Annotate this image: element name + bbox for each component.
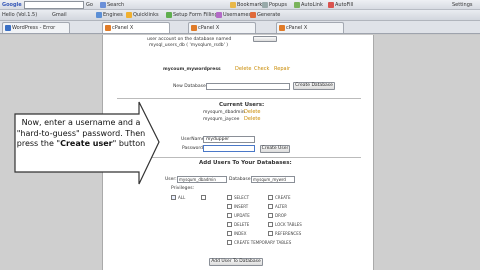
- google-logo: Google: [2, 2, 22, 8]
- database-select-label: Database:: [229, 177, 252, 182]
- callout-text: Now, enter a username and a "hard-to-gue…: [14, 118, 148, 150]
- star-icon: [230, 1, 236, 8]
- delete-user-link[interactable]: Delete: [244, 116, 260, 122]
- bookmarks-button[interactable]: Bookmarks: [230, 1, 265, 9]
- tab-cpanel-3[interactable]: cPanel X: [276, 22, 344, 33]
- callout-emphasis: Create user: [60, 139, 113, 148]
- cpanel-favicon-icon: [105, 25, 111, 31]
- privilege-checkbox[interactable]: [268, 213, 273, 218]
- privilege-label: DROP: [275, 213, 287, 218]
- form-filling-button[interactable]: Setup Form Filling: [166, 11, 218, 19]
- privilege-checkbox[interactable]: [227, 213, 232, 218]
- usernames-button[interactable]: Usernames: [216, 11, 251, 19]
- autofill-icon: [328, 1, 334, 8]
- privilege-checkbox[interactable]: [268, 222, 273, 227]
- intro-text-2: mysql_users_db ( 'mysqlum_rsdb' ): [149, 43, 229, 48]
- delete-db-link[interactable]: Delete: [235, 66, 251, 72]
- privilege-label: CREATE: [275, 195, 291, 200]
- callout-line: "hard-to-guess" password. Then: [16, 128, 146, 138]
- google-toolbar: Google Go Search Bookmarks Popups AutoLi…: [0, 0, 480, 10]
- engine-icon: [96, 11, 102, 18]
- search-button[interactable]: Search: [100, 1, 124, 9]
- password-label: Password:: [182, 146, 205, 151]
- create-database-button[interactable]: Create Database: [293, 82, 335, 90]
- toolbar-search-input[interactable]: [24, 1, 84, 9]
- privilege-checkbox[interactable]: [201, 195, 206, 200]
- privilege-checkbox[interactable]: [227, 240, 232, 245]
- tab-cpanel-2[interactable]: cPanel X: [188, 22, 256, 33]
- privilege-label: SELECT: [234, 195, 250, 200]
- username-input[interactable]: mydupper: [203, 136, 255, 143]
- privilege-checkbox[interactable]: [227, 231, 232, 236]
- popups-button[interactable]: Popups: [262, 1, 287, 9]
- new-database-label: New Database:: [173, 84, 208, 89]
- user-icon: [216, 11, 222, 18]
- small-action-button[interactable]: [253, 36, 277, 42]
- database-name: mycoum_mywordpress: [163, 67, 221, 72]
- search-icon: [100, 1, 106, 8]
- callout-line: Now, enter a username and a: [21, 118, 141, 127]
- wordpress-favicon-icon: [5, 25, 11, 31]
- privilege-label: REFERENCES: [275, 231, 302, 236]
- cpanel-favicon-icon: [191, 25, 197, 31]
- settings-button[interactable]: Settings: [452, 1, 473, 9]
- form-icon: [166, 11, 172, 18]
- privilege-label: ALTER: [275, 204, 288, 209]
- privilege-checkbox[interactable]: [268, 195, 273, 200]
- tab-wordpress[interactable]: WordPress - Error: [2, 22, 70, 33]
- privilege-label: DELETE: [234, 222, 250, 227]
- password-input[interactable]: [203, 145, 255, 152]
- current-user-name: mysqum_jaycee: [203, 117, 240, 122]
- privilege-checkbox[interactable]: [227, 222, 232, 227]
- add-users-title: Add Users To Your Databases:: [199, 160, 292, 166]
- privilege-checkbox[interactable]: [268, 231, 273, 236]
- privilege-label: INSERT: [234, 204, 249, 209]
- user-select-label: User:: [165, 177, 177, 182]
- engines-button[interactable]: Engines: [96, 11, 123, 19]
- create-user-button[interactable]: Create User: [260, 145, 290, 153]
- privilege-label: LOCK TABLES: [275, 222, 302, 227]
- key-icon: [250, 11, 256, 18]
- current-user-name: mysqum_dbadmin: [203, 110, 245, 115]
- divider: [117, 98, 361, 99]
- privilege-checkbox[interactable]: [268, 204, 273, 209]
- add-user-to-database-button[interactable]: Add User To Database: [209, 258, 263, 266]
- callout-line: press the "Create user" button: [16, 139, 146, 148]
- check-db-link[interactable]: Check: [254, 66, 269, 72]
- links-toolbar: Hello (Vol.1.5) Gmail Engines Quicklinks…: [0, 10, 480, 21]
- all-label: ALL: [178, 195, 186, 200]
- delete-user-link[interactable]: Delete: [244, 109, 260, 115]
- generate-button[interactable]: Generate: [250, 11, 280, 19]
- tab-cpanel-1[interactable]: cPanel X: [102, 22, 170, 33]
- user-select[interactable]: mysqum_dbadmin: [177, 176, 227, 183]
- cpanel-favicon-icon: [279, 25, 285, 31]
- database-select[interactable]: mysqum_mywrd: [251, 176, 295, 183]
- privilege-label: CREATE TEMPORARY TABLES: [234, 240, 292, 245]
- current-users-title: Current Users:: [219, 102, 265, 108]
- privilege-label: INDEX: [234, 231, 247, 236]
- all-privileges-checkbox[interactable]: [171, 195, 176, 200]
- privilege-label: UPDATE: [234, 213, 250, 218]
- quicklinks-button[interactable]: Quicklinks: [126, 11, 159, 19]
- privilege-checkbox[interactable]: [227, 204, 232, 209]
- repair-db-link[interactable]: Repair: [274, 66, 290, 72]
- autolink-button[interactable]: AutoLink: [294, 1, 323, 9]
- popup-icon: [262, 1, 268, 8]
- privileges-label: Privileges:: [171, 186, 195, 191]
- new-database-input[interactable]: [206, 83, 290, 90]
- quicklinks-icon: [126, 11, 132, 18]
- bookmark-link[interactable]: Hello (Vol.1.5): [2, 11, 37, 19]
- tab-bar: WordPress - Error cPanel X cPanel X cPan…: [0, 21, 480, 34]
- gmail-link[interactable]: Gmail: [52, 11, 67, 19]
- go-button[interactable]: Go: [86, 1, 93, 9]
- privilege-checkbox[interactable]: [227, 195, 232, 200]
- autofill-button[interactable]: AutoFill: [328, 1, 353, 9]
- autolink-icon: [294, 1, 300, 8]
